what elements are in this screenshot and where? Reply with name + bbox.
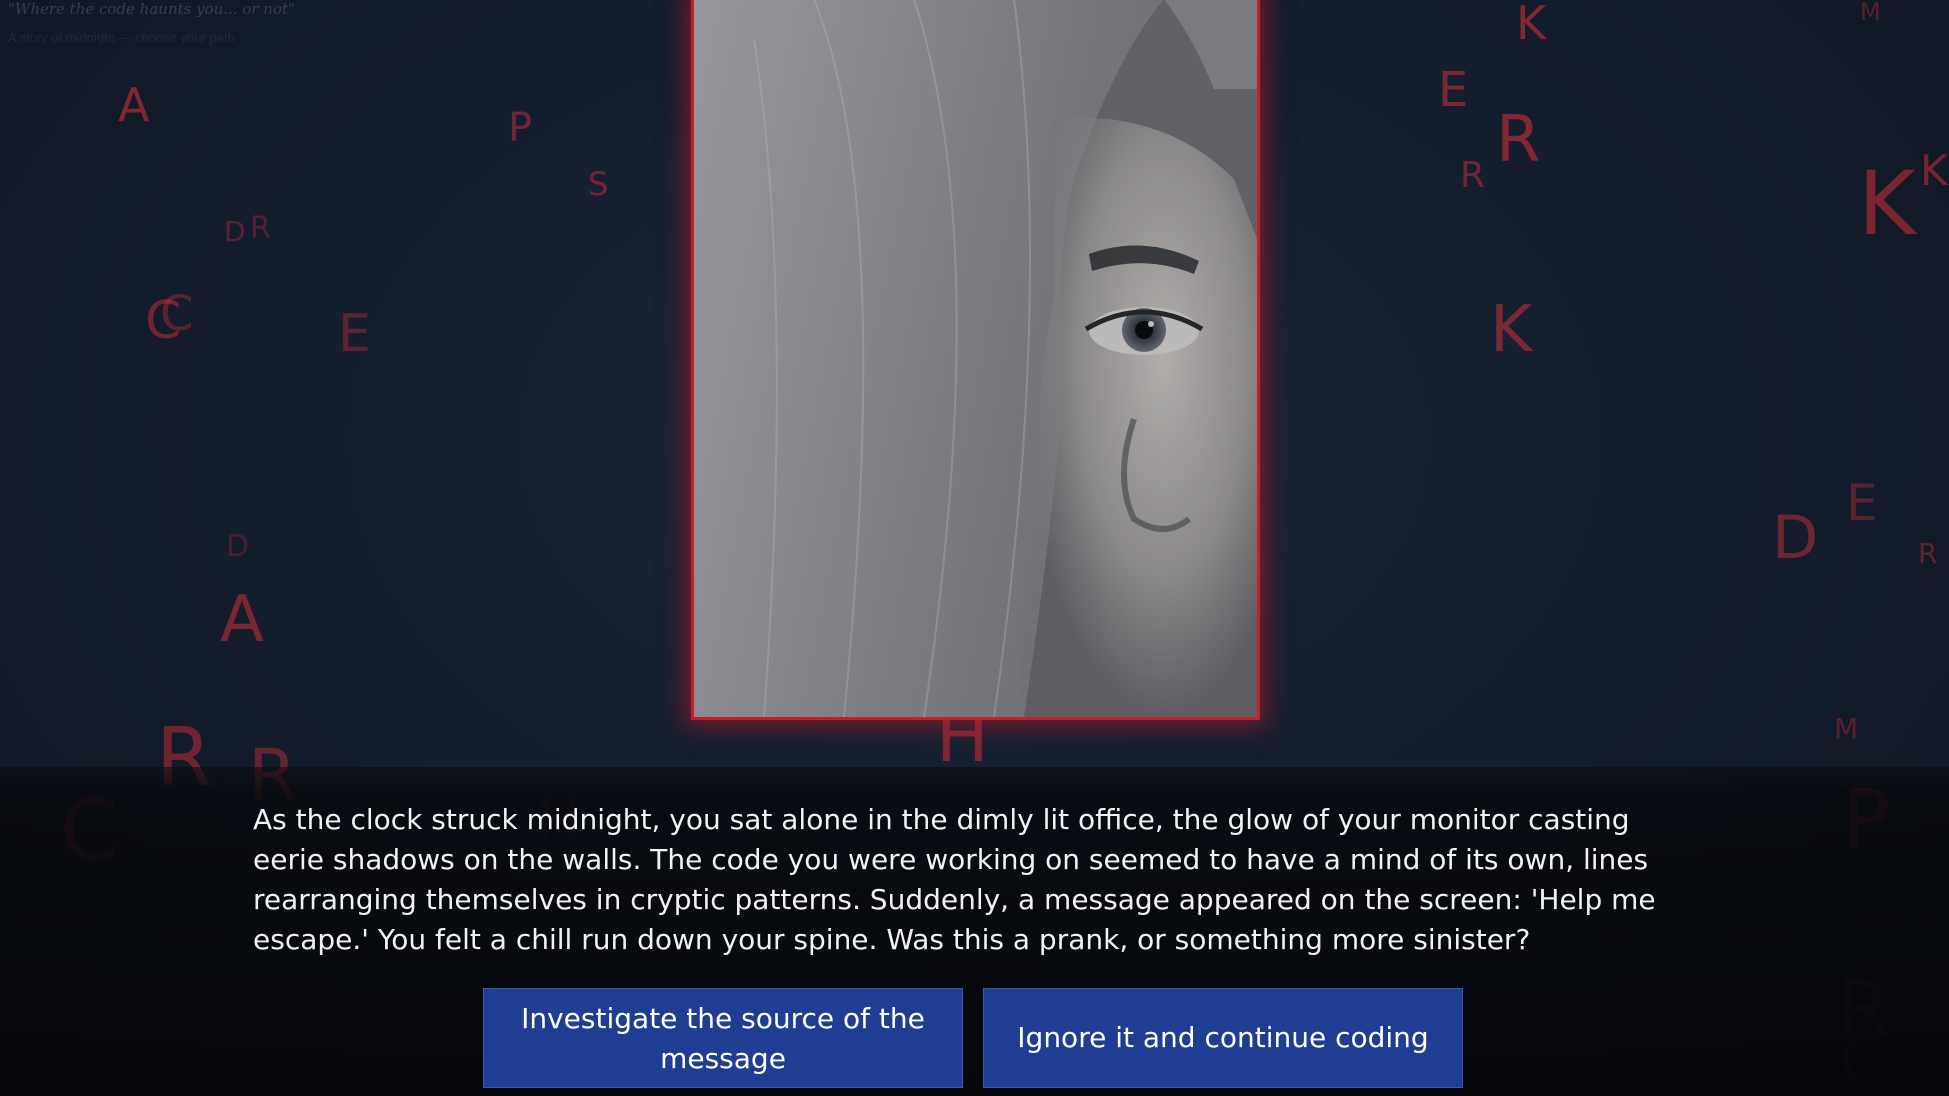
background-letter-23: E: [1846, 474, 1878, 532]
background-letter-19: M: [1860, 0, 1881, 26]
background-letter-14: K: [1516, 0, 1547, 50]
background-letter-17: R: [1496, 103, 1541, 177]
background-letter-9: A: [220, 583, 264, 657]
choice-ignore-button[interactable]: Ignore it and continue coding: [983, 988, 1463, 1088]
background-letter-7: E: [338, 304, 371, 364]
background-letter-20: K: [1920, 146, 1948, 195]
background-letter-18: K: [1490, 293, 1532, 367]
choice-investigate-button[interactable]: Investigate the source of the message: [483, 988, 963, 1088]
background-letter-25: M: [1834, 712, 1859, 745]
background-letter-2: S: [588, 165, 609, 203]
background-letter-3: D: [224, 215, 246, 248]
background-letter-1: P: [508, 105, 533, 151]
background-letter-24: R: [1918, 537, 1938, 570]
scene-portrait: [691, 0, 1260, 720]
story-text: As the clock struck midnight, you sat al…: [253, 803, 1656, 956]
game-subline: A story of midnight — choose your path: [8, 30, 235, 45]
background-letter-8: D: [226, 529, 250, 564]
background-letter-6: C: [160, 286, 194, 342]
background-letter-15: E: [1438, 62, 1469, 118]
background-letter-22: D: [1772, 503, 1819, 573]
background-letter-21: K: [1858, 152, 1916, 255]
background-letter-0: A: [118, 78, 150, 132]
background-letter-16: R: [1460, 155, 1486, 196]
game-tagline: "Where the code haunts you... or not": [8, 0, 295, 18]
background-letter-4: R: [250, 211, 271, 246]
veiled-face-image: [694, 0, 1257, 717]
game-stage: "Where the code haunts you... or not" A …: [0, 0, 1949, 1096]
background-letter-5: C: [145, 291, 182, 351]
